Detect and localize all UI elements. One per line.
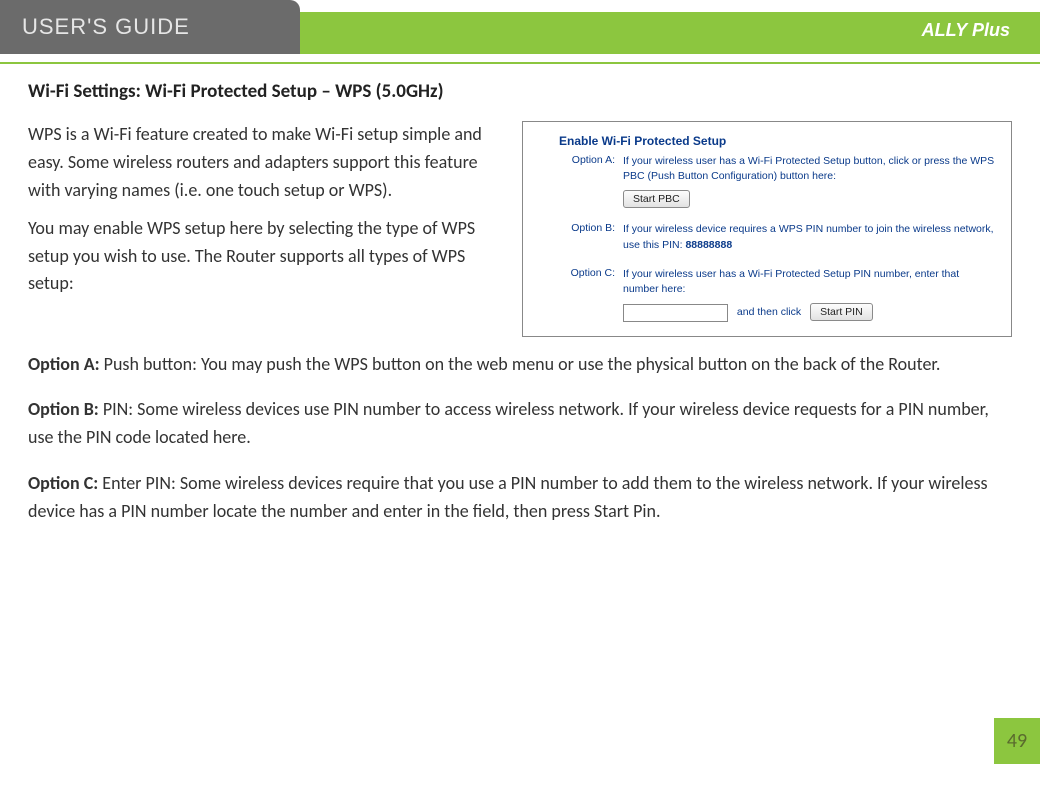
option-b-text: PIN: Some wireless devices use PIN numbe… (28, 398, 989, 448)
wps-option-c-label: Option C: (537, 267, 623, 322)
option-b-paragraph: Option B: PIN: Some wireless devices use… (28, 396, 1012, 452)
brand-label: ALLY Plus (922, 20, 1010, 41)
wps-option-a-row: Option A: If your wireless user has a Wi… (537, 154, 997, 208)
section-title: Wi-Fi Settings: Wi-Fi Protected Setup – … (28, 80, 1012, 103)
wps-option-b-label: Option B: (537, 222, 623, 252)
wps-and-then-text: and then click (737, 306, 801, 318)
option-a-lead: Option A: (28, 353, 104, 375)
header-divider (0, 62, 1040, 64)
option-a-paragraph: Option A: Push button: You may push the … (28, 351, 1012, 379)
wps-option-b-row: Option B: If your wireless device requir… (537, 222, 997, 252)
wps-screenshot: Enable Wi-Fi Protected Setup Option A: I… (522, 121, 1012, 337)
wps-pin-value: 88888888 (685, 239, 732, 251)
option-c-lead: Option C: (28, 472, 102, 494)
page-number-badge: 49 (994, 718, 1040, 764)
wps-option-c-row: Option C: If your wireless user has a Wi… (537, 267, 997, 322)
start-pin-button[interactable]: Start PIN (810, 303, 873, 321)
wps-option-a-desc: If your wireless user has a Wi-Fi Protec… (623, 154, 997, 184)
wps-option-a-label: Option A: (537, 154, 623, 208)
intro-paragraph-1: WPS is a Wi-Fi feature created to make W… (28, 121, 508, 205)
header-tab: USER'S GUIDE (0, 0, 300, 54)
option-c-paragraph: Option C: Enter PIN: Some wireless devic… (28, 470, 1012, 526)
intro-paragraph-2: You may enable WPS setup here by selecti… (28, 215, 508, 299)
wps-option-c-desc: If your wireless user has a Wi-Fi Protec… (623, 267, 997, 297)
start-pbc-button[interactable]: Start PBC (623, 190, 690, 208)
wps-option-b-desc: If your wireless device requires a WPS P… (623, 223, 994, 250)
wps-screenshot-title: Enable Wi-Fi Protected Setup (559, 134, 997, 148)
wps-pin-input[interactable] (623, 304, 728, 322)
guide-label: USER'S GUIDE (22, 14, 190, 40)
option-a-text: Push button: You may push the WPS button… (104, 353, 941, 375)
option-b-lead: Option B: (28, 398, 103, 420)
option-c-text: Enter PIN: Some wireless devices require… (28, 472, 988, 522)
